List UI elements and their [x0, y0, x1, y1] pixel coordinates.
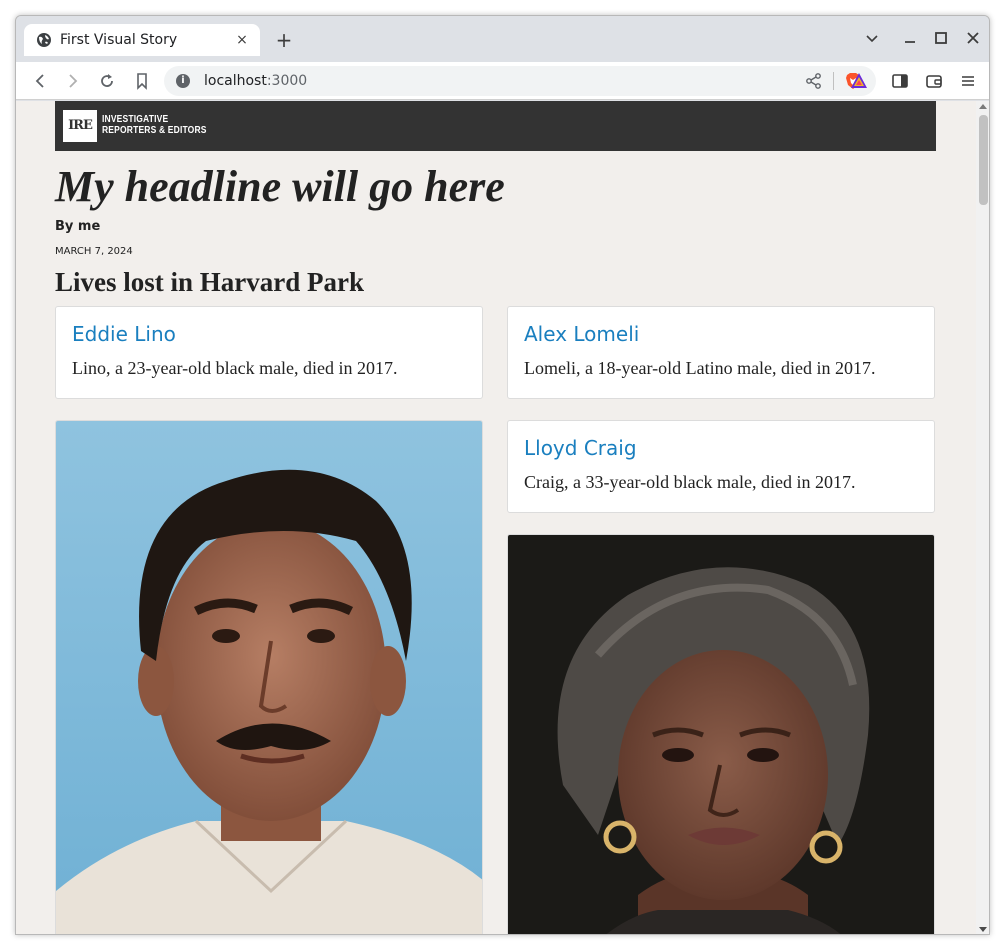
page-headline: My headline will go here [55, 162, 505, 211]
logo-line-2: REPORTERS & EDITORS [102, 125, 207, 136]
new-tab-button[interactable]: + [274, 30, 294, 50]
site-info-icon[interactable]: i [176, 74, 190, 88]
tab-strip: First Visual Story × + [16, 16, 989, 62]
victim-photo [507, 534, 935, 934]
sidebar-icon[interactable] [890, 71, 910, 91]
victim-card: Lloyd Craig Craig, a 33-year-old black m… [507, 420, 935, 513]
browser-tab[interactable]: First Visual Story × [24, 24, 260, 56]
close-window-icon[interactable] [963, 28, 983, 48]
victim-description: Craig, a 33-year-old black male, died in… [524, 472, 856, 492]
scroll-up-arrow-icon[interactable] [979, 104, 987, 109]
address-bar[interactable]: i localhost:3000 [164, 66, 876, 96]
ire-logo[interactable]: IRE [63, 110, 97, 142]
page-viewport: IRE INVESTIGATIVE REPORTERS & EDITORS My… [16, 101, 976, 934]
url-text[interactable]: localhost:3000 [204, 73, 805, 89]
forward-icon[interactable] [63, 71, 83, 91]
url-port: :3000 [266, 73, 308, 89]
globe-icon [37, 33, 51, 47]
victim-photo [55, 420, 483, 934]
bookmark-icon[interactable] [132, 71, 152, 91]
page-scrollbar[interactable] [976, 101, 989, 934]
omnibox-separator [833, 72, 834, 90]
portrait-image [56, 421, 482, 934]
back-icon[interactable] [30, 71, 50, 91]
victim-name-link[interactable]: Eddie Lino [72, 322, 176, 346]
menu-icon[interactable] [958, 71, 978, 91]
browser-toolbar: i localhost:3000 [16, 62, 989, 100]
logo-line-1: INVESTIGATIVE [102, 114, 169, 125]
scroll-down-arrow-icon[interactable] [979, 927, 987, 932]
victim-description: Lino, a 23-year-old black male, died in … [72, 358, 398, 378]
url-host: localhost [204, 73, 267, 89]
scrollbar-thumb[interactable] [979, 115, 988, 205]
portrait-image [508, 535, 934, 934]
maximize-icon[interactable] [931, 28, 951, 48]
reload-icon[interactable] [97, 71, 117, 91]
wallet-icon[interactable] [924, 71, 944, 91]
minimize-icon[interactable] [900, 28, 920, 48]
ire-logo-text: INVESTIGATIVE REPORTERS & EDITORS [102, 114, 207, 136]
section-title: Lives lost in Harvard Park [55, 267, 364, 297]
tab-close-icon[interactable]: × [234, 32, 250, 48]
browser-window: First Visual Story × + i localhost:3000 … [15, 15, 990, 935]
victim-card: Alex Lomeli Lomeli, a 18-year-old Latino… [507, 306, 935, 399]
victim-name-link[interactable]: Lloyd Craig [524, 436, 637, 460]
tab-search-icon[interactable] [862, 28, 882, 48]
tab-title: First Visual Story [60, 32, 178, 48]
victim-card: Eddie Lino Lino, a 23-year-old black mal… [55, 306, 483, 399]
brave-rewards-icon[interactable] [849, 71, 869, 91]
site-header: IRE INVESTIGATIVE REPORTERS & EDITORS [55, 101, 936, 151]
victim-description: Lomeli, a 18-year-old Latino male, died … [524, 358, 876, 378]
share-icon[interactable] [805, 72, 823, 90]
victim-name-link[interactable]: Alex Lomeli [524, 322, 639, 346]
publish-date: MARCH 7, 2024 [55, 246, 133, 257]
byline: By me [55, 219, 101, 234]
